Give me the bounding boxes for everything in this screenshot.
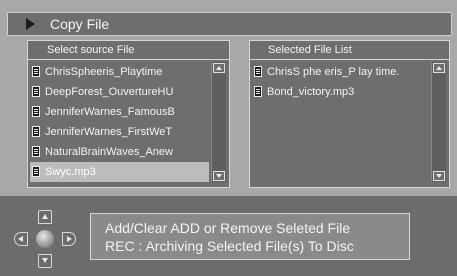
- dpad-up-icon: [38, 210, 52, 224]
- list-item[interactable]: ChrisS phe eris_P lay time.: [252, 62, 429, 82]
- file-icon: [32, 66, 40, 77]
- file-icon: [254, 86, 262, 97]
- list-item[interactable]: Bond_victory.mp3: [252, 82, 429, 102]
- source-file-panel: Select source File ChrisSpheeris_Playtim…: [27, 40, 230, 188]
- source-scrollbar[interactable]: [211, 62, 226, 182]
- scroll-up-button[interactable]: [433, 63, 445, 73]
- selected-scrollbar[interactable]: [431, 62, 446, 182]
- list-item-label: JenniferWarnes_FamousB: [45, 106, 175, 118]
- selected-panel-header: Selected File List: [250, 43, 449, 59]
- dpad-down-icon: [38, 254, 52, 268]
- scroll-up-arrow-icon: [436, 66, 442, 70]
- dpad-right-icon: [62, 232, 76, 246]
- scroll-down-arrow-icon: [216, 174, 222, 178]
- copy-file-screen: Copy File Select source File ChrisSpheer…: [0, 0, 457, 276]
- list-item-label: Swyc.mp3: [45, 166, 96, 178]
- dpad-left-icon: [14, 232, 28, 246]
- page-title: Copy File: [50, 16, 110, 32]
- list-item-label: NaturalBrainWaves_Anew: [45, 146, 173, 158]
- divider: [28, 59, 229, 60]
- list-item-label: DeepForest_OuvertureHU: [45, 86, 174, 98]
- help-area: Add/Clear ADD or Remove Seleted File REC…: [0, 196, 457, 276]
- list-item[interactable]: JenniferWarnes_FirstWeT: [30, 122, 209, 142]
- list-item-selected[interactable]: Swyc.mp3: [30, 162, 209, 182]
- source-panel-header: Select source File: [28, 43, 229, 59]
- list-item-label: ChrisS phe eris_P lay time.: [267, 66, 400, 78]
- title-bar: Copy File: [7, 12, 452, 36]
- list-item[interactable]: DeepForest_OuvertureHU: [30, 82, 209, 102]
- scroll-up-button[interactable]: [213, 63, 225, 73]
- help-text-box: Add/Clear ADD or Remove Seleted File REC…: [90, 213, 410, 260]
- selected-file-list[interactable]: ChrisS phe eris_P lay time. Bond_victory…: [252, 62, 429, 102]
- file-icon: [32, 126, 40, 137]
- help-line-add-clear: Add/Clear ADD or Remove Seleted File: [105, 220, 351, 236]
- selected-file-panel: Selected File List ChrisS phe eris_P lay…: [249, 40, 450, 188]
- file-icon: [32, 166, 40, 177]
- scroll-up-arrow-icon: [216, 66, 222, 70]
- play-triangle-icon: [26, 18, 35, 30]
- source-file-list[interactable]: ChrisSpheeris_Playtime DeepForest_Ouvert…: [30, 62, 209, 182]
- scroll-down-button[interactable]: [213, 171, 225, 181]
- dpad-navigation-icon: [6, 208, 82, 272]
- selected-panel-title: Selected File List: [268, 44, 352, 56]
- dpad-enter-icon: [36, 230, 54, 248]
- file-icon: [32, 146, 40, 157]
- divider: [250, 59, 449, 60]
- file-icon: [32, 106, 40, 117]
- list-item-label: Bond_victory.mp3: [267, 86, 355, 98]
- file-icon: [32, 86, 40, 97]
- list-item[interactable]: NaturalBrainWaves_Anew: [30, 142, 209, 162]
- list-item-label: ChrisSpheeris_Playtime: [45, 66, 163, 78]
- source-panel-title: Select source File: [47, 44, 135, 56]
- help-line-rec: REC : Archiving Selected File(s) To Disc: [105, 238, 354, 254]
- list-item-label: JenniferWarnes_FirstWeT: [45, 126, 173, 138]
- list-item[interactable]: ChrisSpheeris_Playtime: [30, 62, 209, 82]
- list-item[interactable]: JenniferWarnes_FamousB: [30, 102, 209, 122]
- scroll-down-arrow-icon: [436, 174, 442, 178]
- scroll-down-button[interactable]: [433, 171, 445, 181]
- file-icon: [254, 66, 262, 77]
